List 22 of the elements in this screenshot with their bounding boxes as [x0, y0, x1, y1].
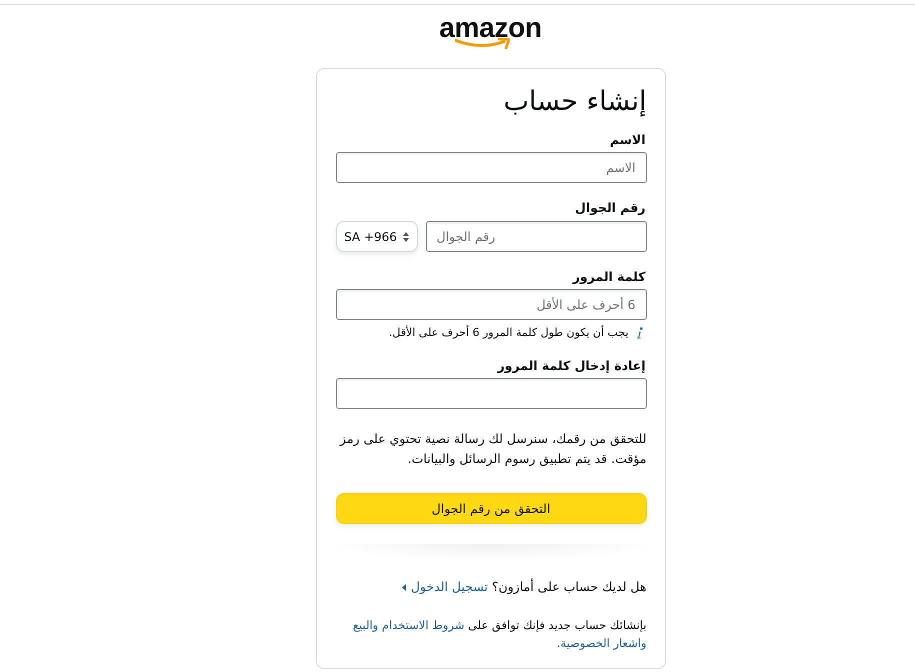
terms-text: بإنشائك حساب جديد فإنك توافق على شروط الاستخدام والبيع واشعار الخصوصية. — [352, 617, 646, 652]
terms-link[interactable]: شروط الاستخدام والبيع — [352, 618, 464, 632]
form-title: إنشاء حساب — [502, 85, 646, 119]
field-label: إعادة إدخال كلمة المرور — [496, 357, 646, 375]
input-field[interactable] — [336, 378, 646, 409]
smile-arrow-icon[interactable] — [455, 38, 512, 49]
input-field[interactable]: الاسم — [336, 152, 646, 183]
sms-notice: للتحقق من رقمك، سنرسل لك رسالة نصية تحتوي على رمز مؤقت. قد يتم تطبيق رسوم الرسائل والبيانات. — [338, 430, 646, 468]
terms-link[interactable]: واشعار الخصوصية. — [556, 636, 646, 650]
verify-phone-button[interactable]: التحقق من رقم الجوال — [336, 493, 646, 524]
info-icon — [636, 327, 642, 339]
field-label: كلمة المرور — [571, 268, 646, 286]
up-down-arrows-icon — [402, 232, 409, 242]
field-label: الاسم — [608, 131, 646, 149]
signin-link[interactable]: تسجيل الدخول — [402, 579, 488, 594]
country-code-select[interactable]: SA +966 — [336, 221, 418, 252]
caret-icon — [402, 584, 406, 592]
password-hint: يجب أن يكون طول كلمة المرور 6 أحرف على الأقل. — [388, 325, 628, 341]
logo-wordmark[interactable]: amazon — [439, 14, 542, 42]
field-label: رقم الجوال — [574, 199, 646, 217]
phone-input-field[interactable]: رقم الجوال — [426, 221, 646, 252]
signin-prompt: هل لديك حساب على أمازون؟ تسجيل الدخول — [336, 578, 646, 596]
